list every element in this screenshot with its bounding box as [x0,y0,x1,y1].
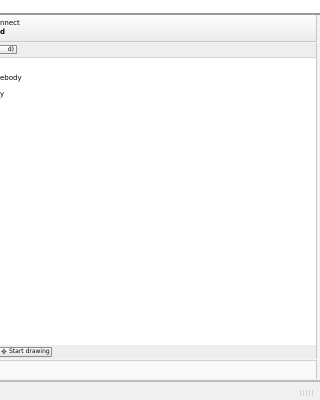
title-line-2: d [0,28,6,36]
toolbar-button[interactable]: d) [0,45,17,54]
resize-grip-icon[interactable] [300,390,314,396]
content-line-2: y [0,90,5,98]
title-line-1: nnect [0,19,20,27]
start-drawing-label: Start drawing [9,348,50,355]
toolbar: d) [0,43,317,57]
content-panel: ebody y [0,57,317,346]
title-panel: nnect d [0,15,317,42]
start-drawing-button[interactable]: ✥ Start drawing [0,347,52,357]
top-band [0,0,320,13]
status-strip [0,360,317,379]
move-cross-icon: ✥ [1,348,7,356]
content-line-1: ebody [0,74,22,82]
footer-bar [0,382,320,400]
bottom-toolbar: ✥ Start drawing [0,345,317,359]
toolbar-button-label: d) [7,46,14,53]
